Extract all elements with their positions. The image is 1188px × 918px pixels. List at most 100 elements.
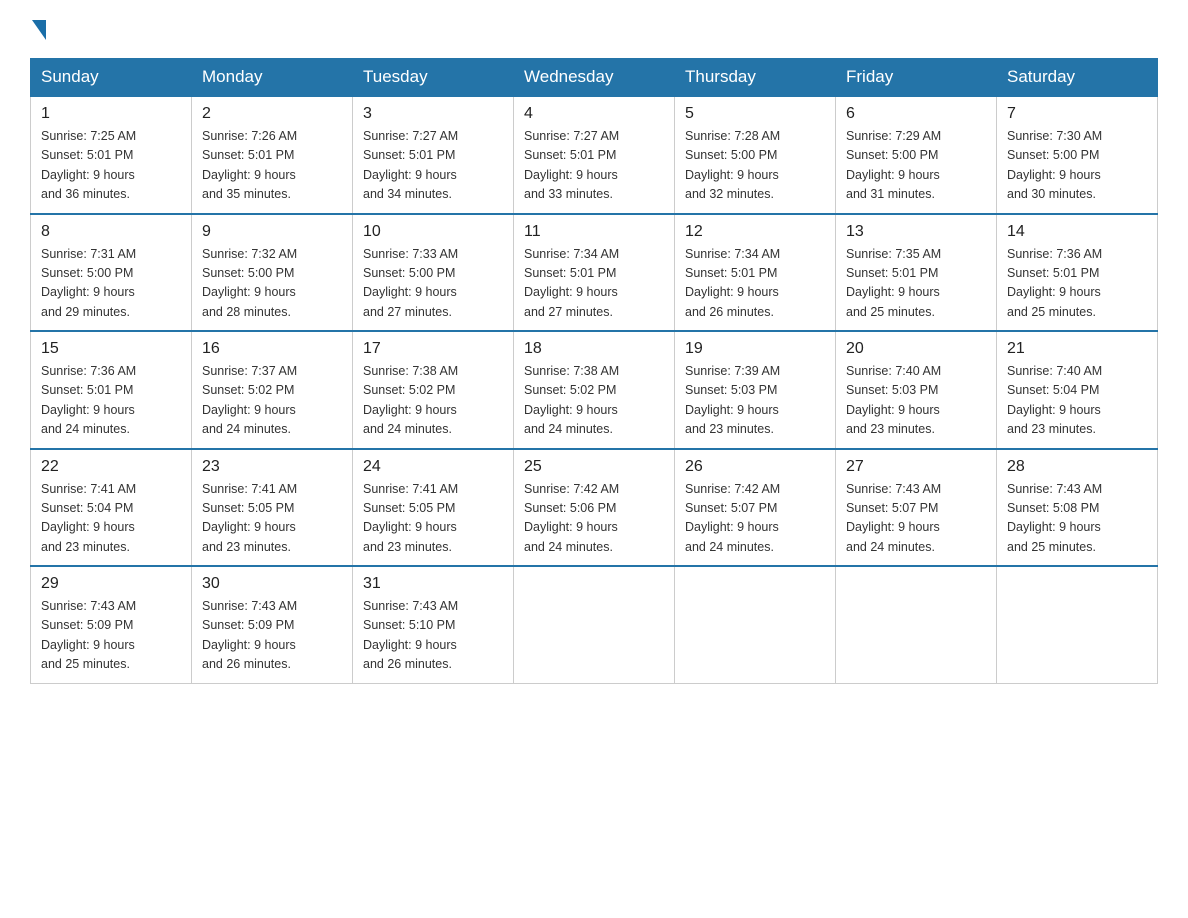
day-number: 21: [1007, 340, 1147, 358]
day-info: Sunrise: 7:43 AM Sunset: 5:08 PM Dayligh…: [1007, 480, 1147, 558]
day-info: Sunrise: 7:25 AM Sunset: 5:01 PM Dayligh…: [41, 127, 181, 205]
day-cell: 18 Sunrise: 7:38 AM Sunset: 5:02 PM Dayli…: [514, 331, 675, 449]
day-info: Sunrise: 7:40 AM Sunset: 5:04 PM Dayligh…: [1007, 362, 1147, 440]
day-number: 6: [846, 105, 986, 123]
day-cell: [514, 566, 675, 683]
day-info: Sunrise: 7:40 AM Sunset: 5:03 PM Dayligh…: [846, 362, 986, 440]
day-cell: [836, 566, 997, 683]
day-info: Sunrise: 7:31 AM Sunset: 5:00 PM Dayligh…: [41, 245, 181, 323]
day-cell: 12 Sunrise: 7:34 AM Sunset: 5:01 PM Dayli…: [675, 214, 836, 332]
day-info: Sunrise: 7:43 AM Sunset: 5:09 PM Dayligh…: [202, 597, 342, 675]
day-number: 20: [846, 340, 986, 358]
logo-arrow-icon: [32, 20, 46, 40]
day-info: Sunrise: 7:28 AM Sunset: 5:00 PM Dayligh…: [685, 127, 825, 205]
day-info: Sunrise: 7:34 AM Sunset: 5:01 PM Dayligh…: [524, 245, 664, 323]
day-info: Sunrise: 7:29 AM Sunset: 5:00 PM Dayligh…: [846, 127, 986, 205]
day-info: Sunrise: 7:36 AM Sunset: 5:01 PM Dayligh…: [1007, 245, 1147, 323]
day-number: 12: [685, 223, 825, 241]
week-row-4: 22 Sunrise: 7:41 AM Sunset: 5:04 PM Dayli…: [31, 449, 1158, 567]
day-cell: 14 Sunrise: 7:36 AM Sunset: 5:01 PM Dayli…: [997, 214, 1158, 332]
day-cell: 10 Sunrise: 7:33 AM Sunset: 5:00 PM Dayli…: [353, 214, 514, 332]
day-number: 16: [202, 340, 342, 358]
day-info: Sunrise: 7:34 AM Sunset: 5:01 PM Dayligh…: [685, 245, 825, 323]
day-number: 31: [363, 575, 503, 593]
day-cell: 21 Sunrise: 7:40 AM Sunset: 5:04 PM Dayli…: [997, 331, 1158, 449]
day-number: 9: [202, 223, 342, 241]
day-info: Sunrise: 7:27 AM Sunset: 5:01 PM Dayligh…: [524, 127, 664, 205]
day-cell: 3 Sunrise: 7:27 AM Sunset: 5:01 PM Daylig…: [353, 96, 514, 214]
day-cell: 31 Sunrise: 7:43 AM Sunset: 5:10 PM Dayli…: [353, 566, 514, 683]
logo: [30, 20, 48, 38]
day-cell: 11Sunrise: 7:34 AM Sunset: 5:01 PM Dayli…: [514, 214, 675, 332]
day-number: 25: [524, 458, 664, 476]
day-number: 22: [41, 458, 181, 476]
day-number: 4: [524, 105, 664, 123]
column-header-friday: Friday: [836, 59, 997, 97]
day-number: 23: [202, 458, 342, 476]
day-cell: 27 Sunrise: 7:43 AM Sunset: 5:07 PM Dayli…: [836, 449, 997, 567]
day-number: 29: [41, 575, 181, 593]
day-number: 13: [846, 223, 986, 241]
week-row-3: 15 Sunrise: 7:36 AM Sunset: 5:01 PM Dayli…: [31, 331, 1158, 449]
day-cell: 28 Sunrise: 7:43 AM Sunset: 5:08 PM Dayli…: [997, 449, 1158, 567]
day-info: Sunrise: 7:43 AM Sunset: 5:07 PM Dayligh…: [846, 480, 986, 558]
day-number: 19: [685, 340, 825, 358]
day-info: Sunrise: 7:42 AM Sunset: 5:06 PM Dayligh…: [524, 480, 664, 558]
day-cell: 24Sunrise: 7:41 AM Sunset: 5:05 PM Dayli…: [353, 449, 514, 567]
day-info: Sunrise: 7:43 AM Sunset: 5:10 PM Dayligh…: [363, 597, 503, 675]
week-row-2: 8 Sunrise: 7:31 AM Sunset: 5:00 PM Daylig…: [31, 214, 1158, 332]
day-cell: 23 Sunrise: 7:41 AM Sunset: 5:05 PM Dayli…: [192, 449, 353, 567]
day-number: 28: [1007, 458, 1147, 476]
day-number: 3: [363, 105, 503, 123]
calendar-table: SundayMondayTuesdayWednesdayThursdayFrid…: [30, 58, 1158, 684]
day-cell: 22 Sunrise: 7:41 AM Sunset: 5:04 PM Dayli…: [31, 449, 192, 567]
day-cell: 5 Sunrise: 7:28 AM Sunset: 5:00 PM Daylig…: [675, 96, 836, 214]
day-cell: 6 Sunrise: 7:29 AM Sunset: 5:00 PM Daylig…: [836, 96, 997, 214]
day-info: Sunrise: 7:27 AM Sunset: 5:01 PM Dayligh…: [363, 127, 503, 205]
day-cell: 25 Sunrise: 7:42 AM Sunset: 5:06 PM Dayli…: [514, 449, 675, 567]
week-row-1: 1 Sunrise: 7:25 AM Sunset: 5:01 PM Daylig…: [31, 96, 1158, 214]
day-cell: 30 Sunrise: 7:43 AM Sunset: 5:09 PM Dayli…: [192, 566, 353, 683]
day-number: 10: [363, 223, 503, 241]
day-cell: 4 Sunrise: 7:27 AM Sunset: 5:01 PM Daylig…: [514, 96, 675, 214]
column-header-monday: Monday: [192, 59, 353, 97]
day-cell: 8 Sunrise: 7:31 AM Sunset: 5:00 PM Daylig…: [31, 214, 192, 332]
day-cell: 13 Sunrise: 7:35 AM Sunset: 5:01 PM Dayli…: [836, 214, 997, 332]
day-info: Sunrise: 7:35 AM Sunset: 5:01 PM Dayligh…: [846, 245, 986, 323]
day-number: 30: [202, 575, 342, 593]
day-info: Sunrise: 7:38 AM Sunset: 5:02 PM Dayligh…: [524, 362, 664, 440]
day-cell: 2Sunrise: 7:26 AM Sunset: 5:01 PM Daylig…: [192, 96, 353, 214]
day-number: 17: [363, 340, 503, 358]
page-header: [30, 20, 1158, 38]
day-number: 1: [41, 105, 181, 123]
column-header-saturday: Saturday: [997, 59, 1158, 97]
day-info: Sunrise: 7:38 AM Sunset: 5:02 PM Dayligh…: [363, 362, 503, 440]
day-number: 14: [1007, 223, 1147, 241]
day-number: 5: [685, 105, 825, 123]
day-cell: 16Sunrise: 7:37 AM Sunset: 5:02 PM Dayli…: [192, 331, 353, 449]
day-info: Sunrise: 7:26 AM Sunset: 5:01 PM Dayligh…: [202, 127, 342, 205]
day-info: Sunrise: 7:43 AM Sunset: 5:09 PM Dayligh…: [41, 597, 181, 675]
day-number: 15: [41, 340, 181, 358]
day-info: Sunrise: 7:33 AM Sunset: 5:00 PM Dayligh…: [363, 245, 503, 323]
day-number: 24: [363, 458, 503, 476]
column-header-sunday: Sunday: [31, 59, 192, 97]
day-cell: 7 Sunrise: 7:30 AM Sunset: 5:00 PM Daylig…: [997, 96, 1158, 214]
day-number: 7: [1007, 105, 1147, 123]
day-info: Sunrise: 7:30 AM Sunset: 5:00 PM Dayligh…: [1007, 127, 1147, 205]
day-cell: 19Sunrise: 7:39 AM Sunset: 5:03 PM Dayli…: [675, 331, 836, 449]
day-info: Sunrise: 7:41 AM Sunset: 5:05 PM Dayligh…: [202, 480, 342, 558]
day-cell: [997, 566, 1158, 683]
calendar-header-row: SundayMondayTuesdayWednesdayThursdayFrid…: [31, 59, 1158, 97]
day-cell: [675, 566, 836, 683]
day-number: 8: [41, 223, 181, 241]
day-number: 27: [846, 458, 986, 476]
day-info: Sunrise: 7:36 AM Sunset: 5:01 PM Dayligh…: [41, 362, 181, 440]
day-cell: 20 Sunrise: 7:40 AM Sunset: 5:03 PM Dayli…: [836, 331, 997, 449]
day-number: 26: [685, 458, 825, 476]
day-number: 18: [524, 340, 664, 358]
day-cell: 29 Sunrise: 7:43 AM Sunset: 5:09 PM Dayli…: [31, 566, 192, 683]
day-cell: 15 Sunrise: 7:36 AM Sunset: 5:01 PM Dayli…: [31, 331, 192, 449]
column-header-tuesday: Tuesday: [353, 59, 514, 97]
day-info: Sunrise: 7:41 AM Sunset: 5:04 PM Dayligh…: [41, 480, 181, 558]
